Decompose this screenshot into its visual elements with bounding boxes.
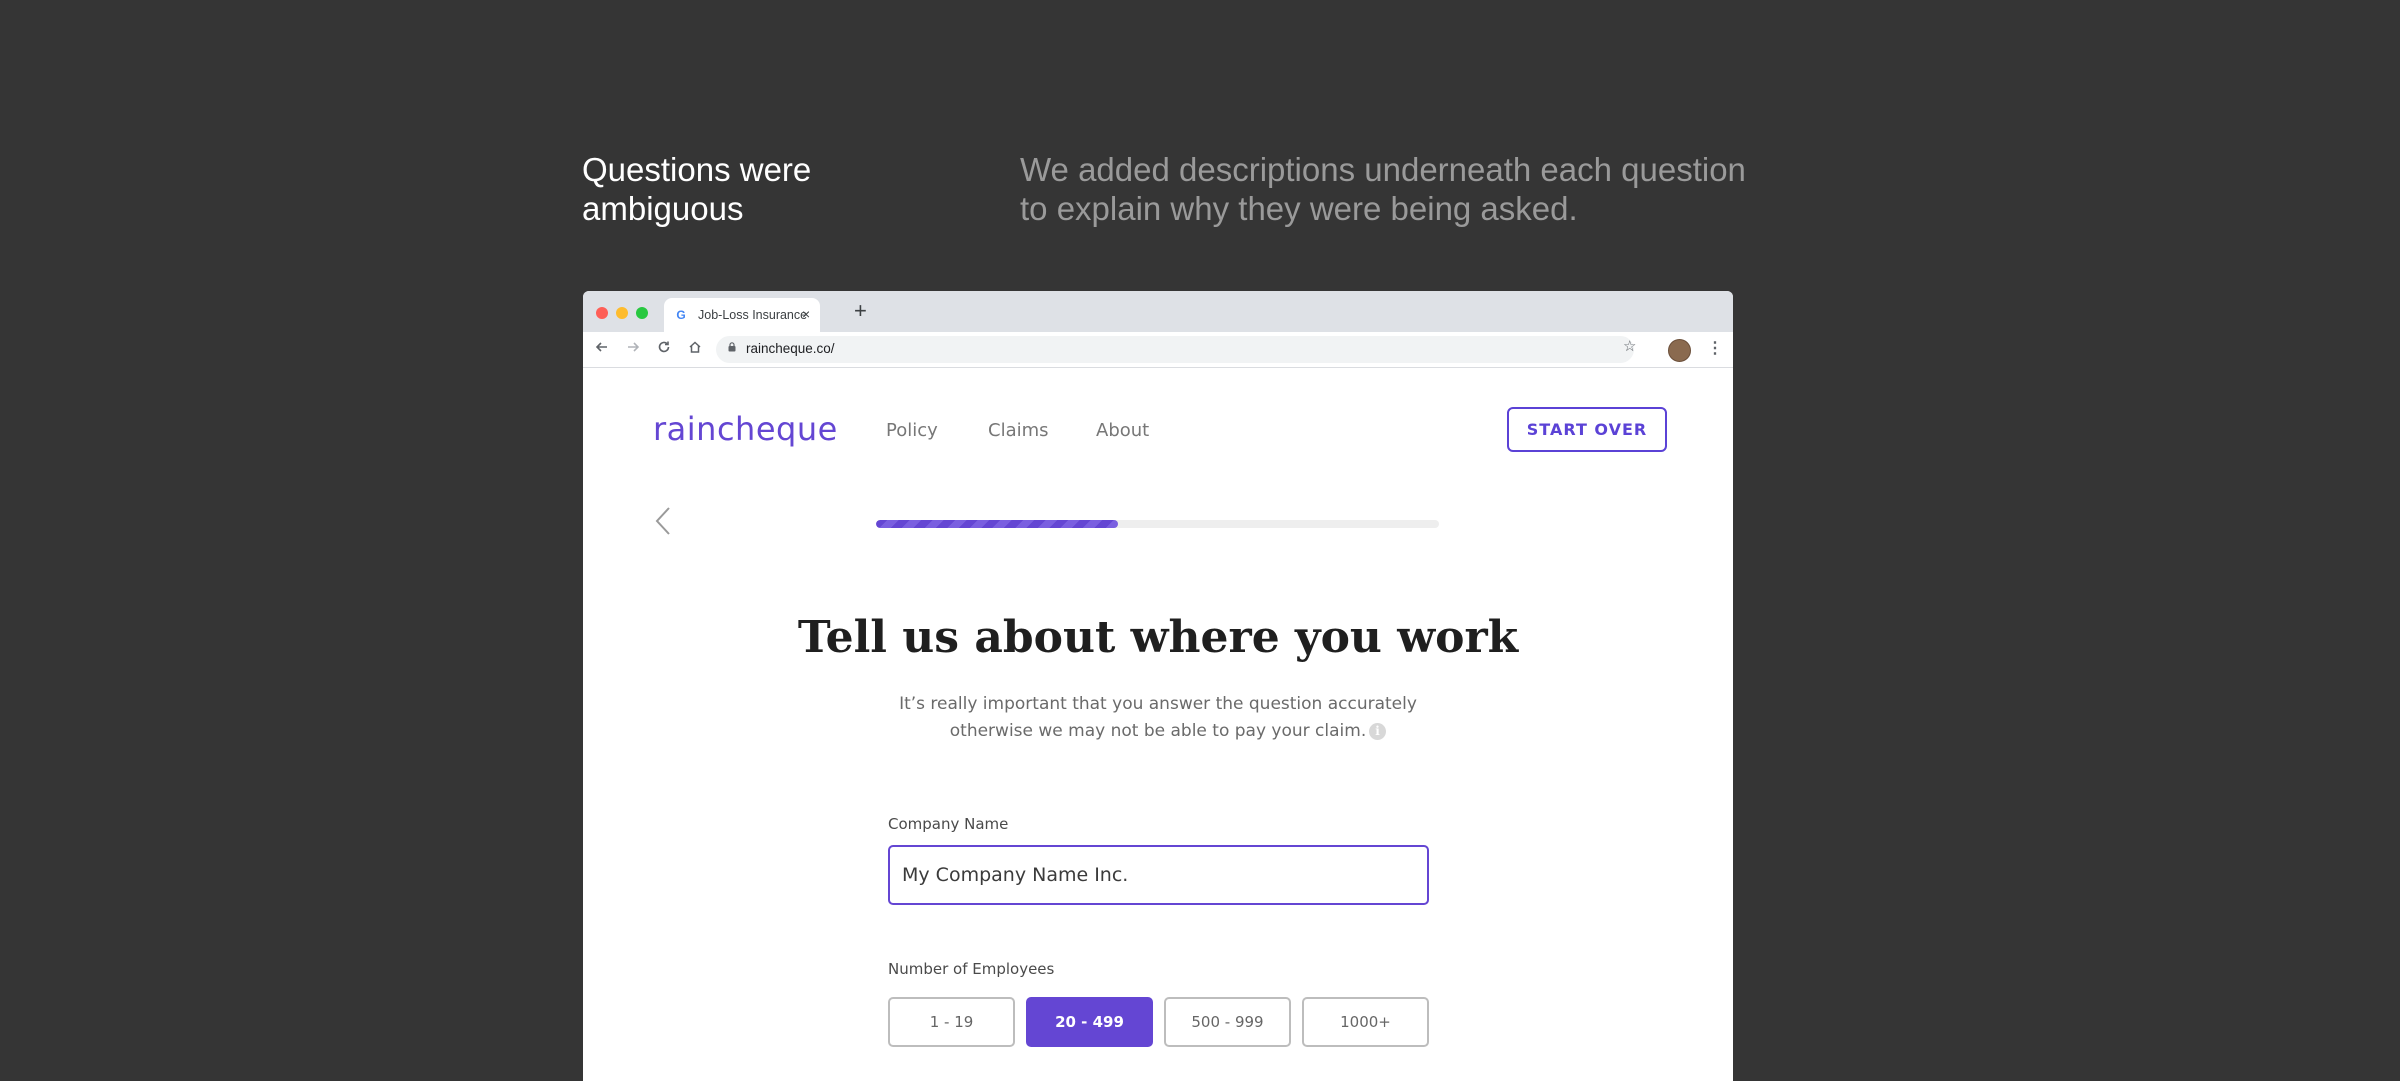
employees-option-20-499[interactable]: 20 - 499 (1026, 997, 1153, 1047)
nav-link-policy[interactable]: Policy (886, 420, 938, 441)
url-text: raincheque.co/ (746, 341, 835, 356)
browser-window: G Job-Loss Insurance × + raincheque.co/ … (583, 291, 1733, 1081)
window-close-button[interactable] (596, 307, 608, 319)
nav-link-about[interactable]: About (1096, 420, 1149, 441)
back-arrow-icon[interactable] (593, 340, 611, 358)
browser-tabbar: G Job-Loss Insurance × + (583, 291, 1733, 332)
window-zoom-button[interactable] (636, 307, 648, 319)
question-description-line-2: otherwise we may not be able to pay your… (949, 721, 1367, 741)
company-name-input[interactable] (888, 845, 1429, 905)
employees-option-500-999[interactable]: 500 - 999 (1164, 997, 1291, 1047)
raincheque-logo[interactable]: raincheque (653, 410, 838, 448)
employees-option-1000-plus[interactable]: 1000+ (1302, 997, 1429, 1047)
back-chevron-icon[interactable] (654, 506, 672, 541)
tab-close-icon[interactable]: × (802, 306, 810, 322)
bookmark-star-icon[interactable]: ☆ (1623, 338, 1636, 356)
question-description-line-1: It’s really important that you answer th… (899, 694, 1417, 714)
page-content: raincheque Policy Claims About START OVE… (583, 368, 1733, 1081)
nav-link-claims[interactable]: Claims (988, 420, 1049, 441)
window-minimize-button[interactable] (616, 307, 628, 319)
start-over-button[interactable]: START OVER (1507, 407, 1667, 452)
company-name-label: Company Name (888, 815, 1009, 833)
question-description: It’s really important that you answer th… (583, 691, 1733, 745)
reload-icon[interactable] (655, 340, 673, 358)
google-favicon-icon: G (676, 308, 686, 322)
forward-arrow-icon[interactable] (624, 340, 642, 358)
progress-bar (876, 520, 1439, 528)
employees-option-1-19[interactable]: 1 - 19 (888, 997, 1015, 1047)
browser-menu-icon[interactable]: ⋮ (1707, 340, 1723, 358)
lock-icon (728, 342, 736, 352)
progress-bar-fill (876, 520, 1119, 528)
home-icon[interactable] (686, 340, 704, 358)
number-of-employees-label: Number of Employees (888, 960, 1055, 978)
caption-description: We added descriptions underneath each qu… (1020, 151, 1746, 227)
address-bar[interactable]: raincheque.co/ (716, 336, 1634, 363)
tab-title: Job-Loss Insurance (698, 308, 808, 322)
page-title: Tell us about where you work (797, 612, 1519, 663)
info-icon[interactable]: i (1369, 723, 1386, 740)
caption-title: Questions were ambiguous (582, 151, 812, 227)
browser-tab[interactable]: G Job-Loss Insurance × (664, 298, 820, 332)
new-tab-icon[interactable]: + (854, 300, 867, 322)
browser-toolbar: raincheque.co/ ☆ ⋮ (583, 332, 1733, 368)
profile-avatar[interactable] (1668, 339, 1691, 362)
